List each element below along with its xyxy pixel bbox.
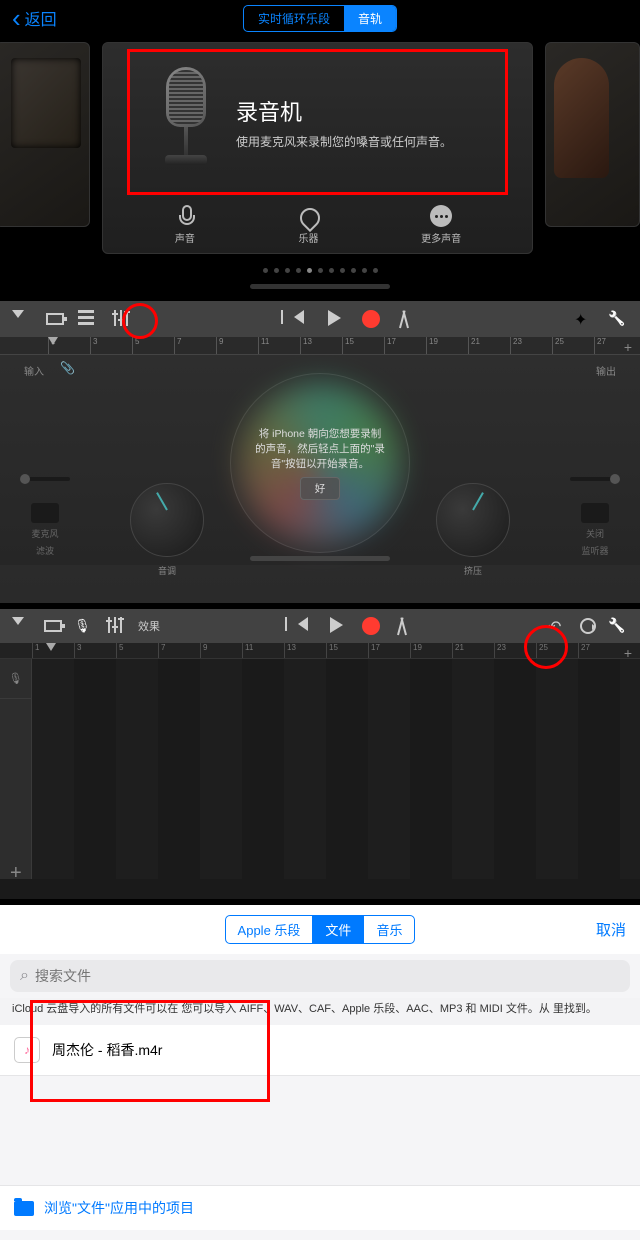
microphone-icon — [156, 67, 216, 177]
track-headers: 🎙 — [0, 659, 32, 879]
metronome-button[interactable] — [396, 310, 412, 328]
browse-files-button[interactable]: 浏览"文件"应用中的项目 — [0, 1185, 640, 1230]
output-label: 输出 — [596, 363, 616, 378]
timeline-ruler[interactable]: 13579111315171921232527 + — [0, 337, 640, 355]
instrument-icon — [297, 205, 319, 227]
tab-tracks[interactable]: 音轨 — [344, 6, 396, 31]
page-dots — [0, 256, 640, 282]
squeeze-dial[interactable]: 挤压 — [436, 483, 510, 557]
instrument-browser: 返回 实时循环乐段 音轨 录音机 使用麦克风来录制您的嗓音或任何声音。 声音 — [0, 0, 640, 295]
add-section-button[interactable]: + — [624, 339, 632, 355]
menu-button[interactable] — [12, 310, 32, 328]
instrument-card-strings[interactable] — [545, 42, 640, 227]
file-tabs: Apple 乐段 文件 音乐 — [225, 915, 416, 944]
metronome-button[interactable] — [394, 617, 410, 635]
tracks-button[interactable] — [78, 310, 98, 328]
mic-button[interactable] — [74, 617, 94, 635]
more-icon — [430, 205, 452, 227]
add-track-button[interactable]: + — [10, 862, 22, 885]
settings-button[interactable]: ✦ — [574, 310, 594, 328]
record-button[interactable] — [362, 310, 382, 328]
recorder-text: 录音机 使用麦克风来录制您的嗓音或任何声音。 — [236, 95, 452, 150]
output-slider[interactable] — [570, 477, 620, 481]
wheel-hint: 将 iPhone 朝向您想要录制的声音，然后轻点上面的"录音"按钮以开始录音。 … — [231, 426, 409, 500]
voice-icon — [174, 205, 196, 227]
home-indicator — [250, 556, 390, 561]
file-browser: Apple 乐段 文件 音乐 取消 iCloud 云盘导入的所有文件可以在 您可… — [0, 905, 640, 1240]
recorder-title: 录音机 — [236, 95, 452, 127]
mic-button[interactable] — [31, 503, 59, 523]
sub-more[interactable]: 更多声音 — [421, 205, 461, 245]
sub-options: 声音 乐器 更多声音 — [123, 205, 512, 245]
recording-view: ✦ 13579111315171921232527 + 输入 📎 输出 麦克风 … — [0, 301, 640, 603]
tab-music[interactable]: 音乐 — [364, 916, 414, 943]
tab-apple-loops[interactable]: Apple 乐段 — [226, 916, 314, 943]
highlight-box — [30, 1000, 270, 1102]
highlight-circle — [122, 303, 158, 339]
tools-button[interactable] — [608, 617, 628, 635]
tracks-area: 🎙 — [0, 659, 640, 879]
back-button[interactable]: 返回 — [12, 6, 57, 30]
folder-icon — [14, 1201, 34, 1216]
sound-wheel[interactable]: 将 iPhone 朝向您想要录制的声音，然后轻点上面的"录音"按钮以开始录音。 … — [230, 373, 410, 553]
sub-voice[interactable]: 声音 — [174, 205, 196, 245]
recording-body: 输入 📎 输出 麦克风 滤波 将 iPhone 朝向您想要录制的声音，然后轻点上… — [0, 355, 640, 565]
input-panel: 麦克风 滤波 — [20, 477, 70, 557]
tracks-view: 效果 13579111315171921232527 + 🎙 + — [0, 609, 640, 899]
input-label: 输入 — [24, 363, 44, 378]
loop-button[interactable] — [580, 618, 596, 634]
tools-button[interactable] — [608, 310, 628, 328]
home-indicator — [250, 284, 390, 289]
instrument-carousel[interactable]: 录音机 使用麦克风来录制您的嗓音或任何声音。 声音 乐器 更多声音 — [0, 36, 640, 256]
record-button[interactable] — [362, 617, 382, 635]
tab-live-loops[interactable]: 实时循环乐段 — [244, 6, 344, 31]
output-panel: 关闭 监听器 — [570, 477, 620, 557]
mixer-button[interactable] — [106, 617, 126, 635]
segment-control: 实时循环乐段 音轨 — [243, 5, 397, 32]
sub-instrument[interactable]: 乐器 — [297, 205, 319, 245]
instrument-card-recorder[interactable]: 录音机 使用麦克风来录制您的嗓音或任何声音。 声音 乐器 更多声音 — [102, 42, 533, 254]
play-button[interactable] — [328, 310, 348, 328]
track-header-mic[interactable]: 🎙 — [0, 659, 31, 699]
cancel-button[interactable]: 取消 — [596, 919, 626, 940]
pin-icon[interactable]: 📎 — [60, 361, 75, 375]
search-input[interactable] — [35, 968, 620, 984]
input-slider[interactable] — [20, 477, 70, 481]
play-button[interactable] — [330, 617, 350, 635]
pitch-dial[interactable]: 音调 — [130, 483, 204, 557]
highlight-circle — [524, 625, 568, 669]
search-bar[interactable] — [10, 960, 630, 992]
header: 返回 实时循环乐段 音轨 — [0, 0, 640, 36]
ok-button[interactable]: 好 — [300, 477, 341, 500]
fx-button[interactable]: 效果 — [138, 618, 160, 634]
rewind-button[interactable] — [294, 310, 314, 328]
tab-files[interactable]: 文件 — [313, 916, 364, 943]
rewind-button[interactable] — [298, 617, 318, 635]
monitor-button[interactable] — [581, 503, 609, 523]
track-lanes[interactable] — [32, 659, 640, 879]
file-header: Apple 乐段 文件 音乐 取消 — [0, 905, 640, 954]
view-button[interactable] — [44, 620, 62, 632]
recorder-desc: 使用麦克风来录制您的嗓音或任何声音。 — [236, 133, 452, 150]
toolbar: ✦ — [0, 301, 640, 337]
highlight-box: 录音机 使用麦克风来录制您的嗓音或任何声音。 — [127, 49, 508, 195]
menu-button[interactable] — [12, 617, 32, 635]
instrument-card-amp[interactable] — [0, 42, 90, 227]
view-button[interactable] — [46, 313, 64, 325]
